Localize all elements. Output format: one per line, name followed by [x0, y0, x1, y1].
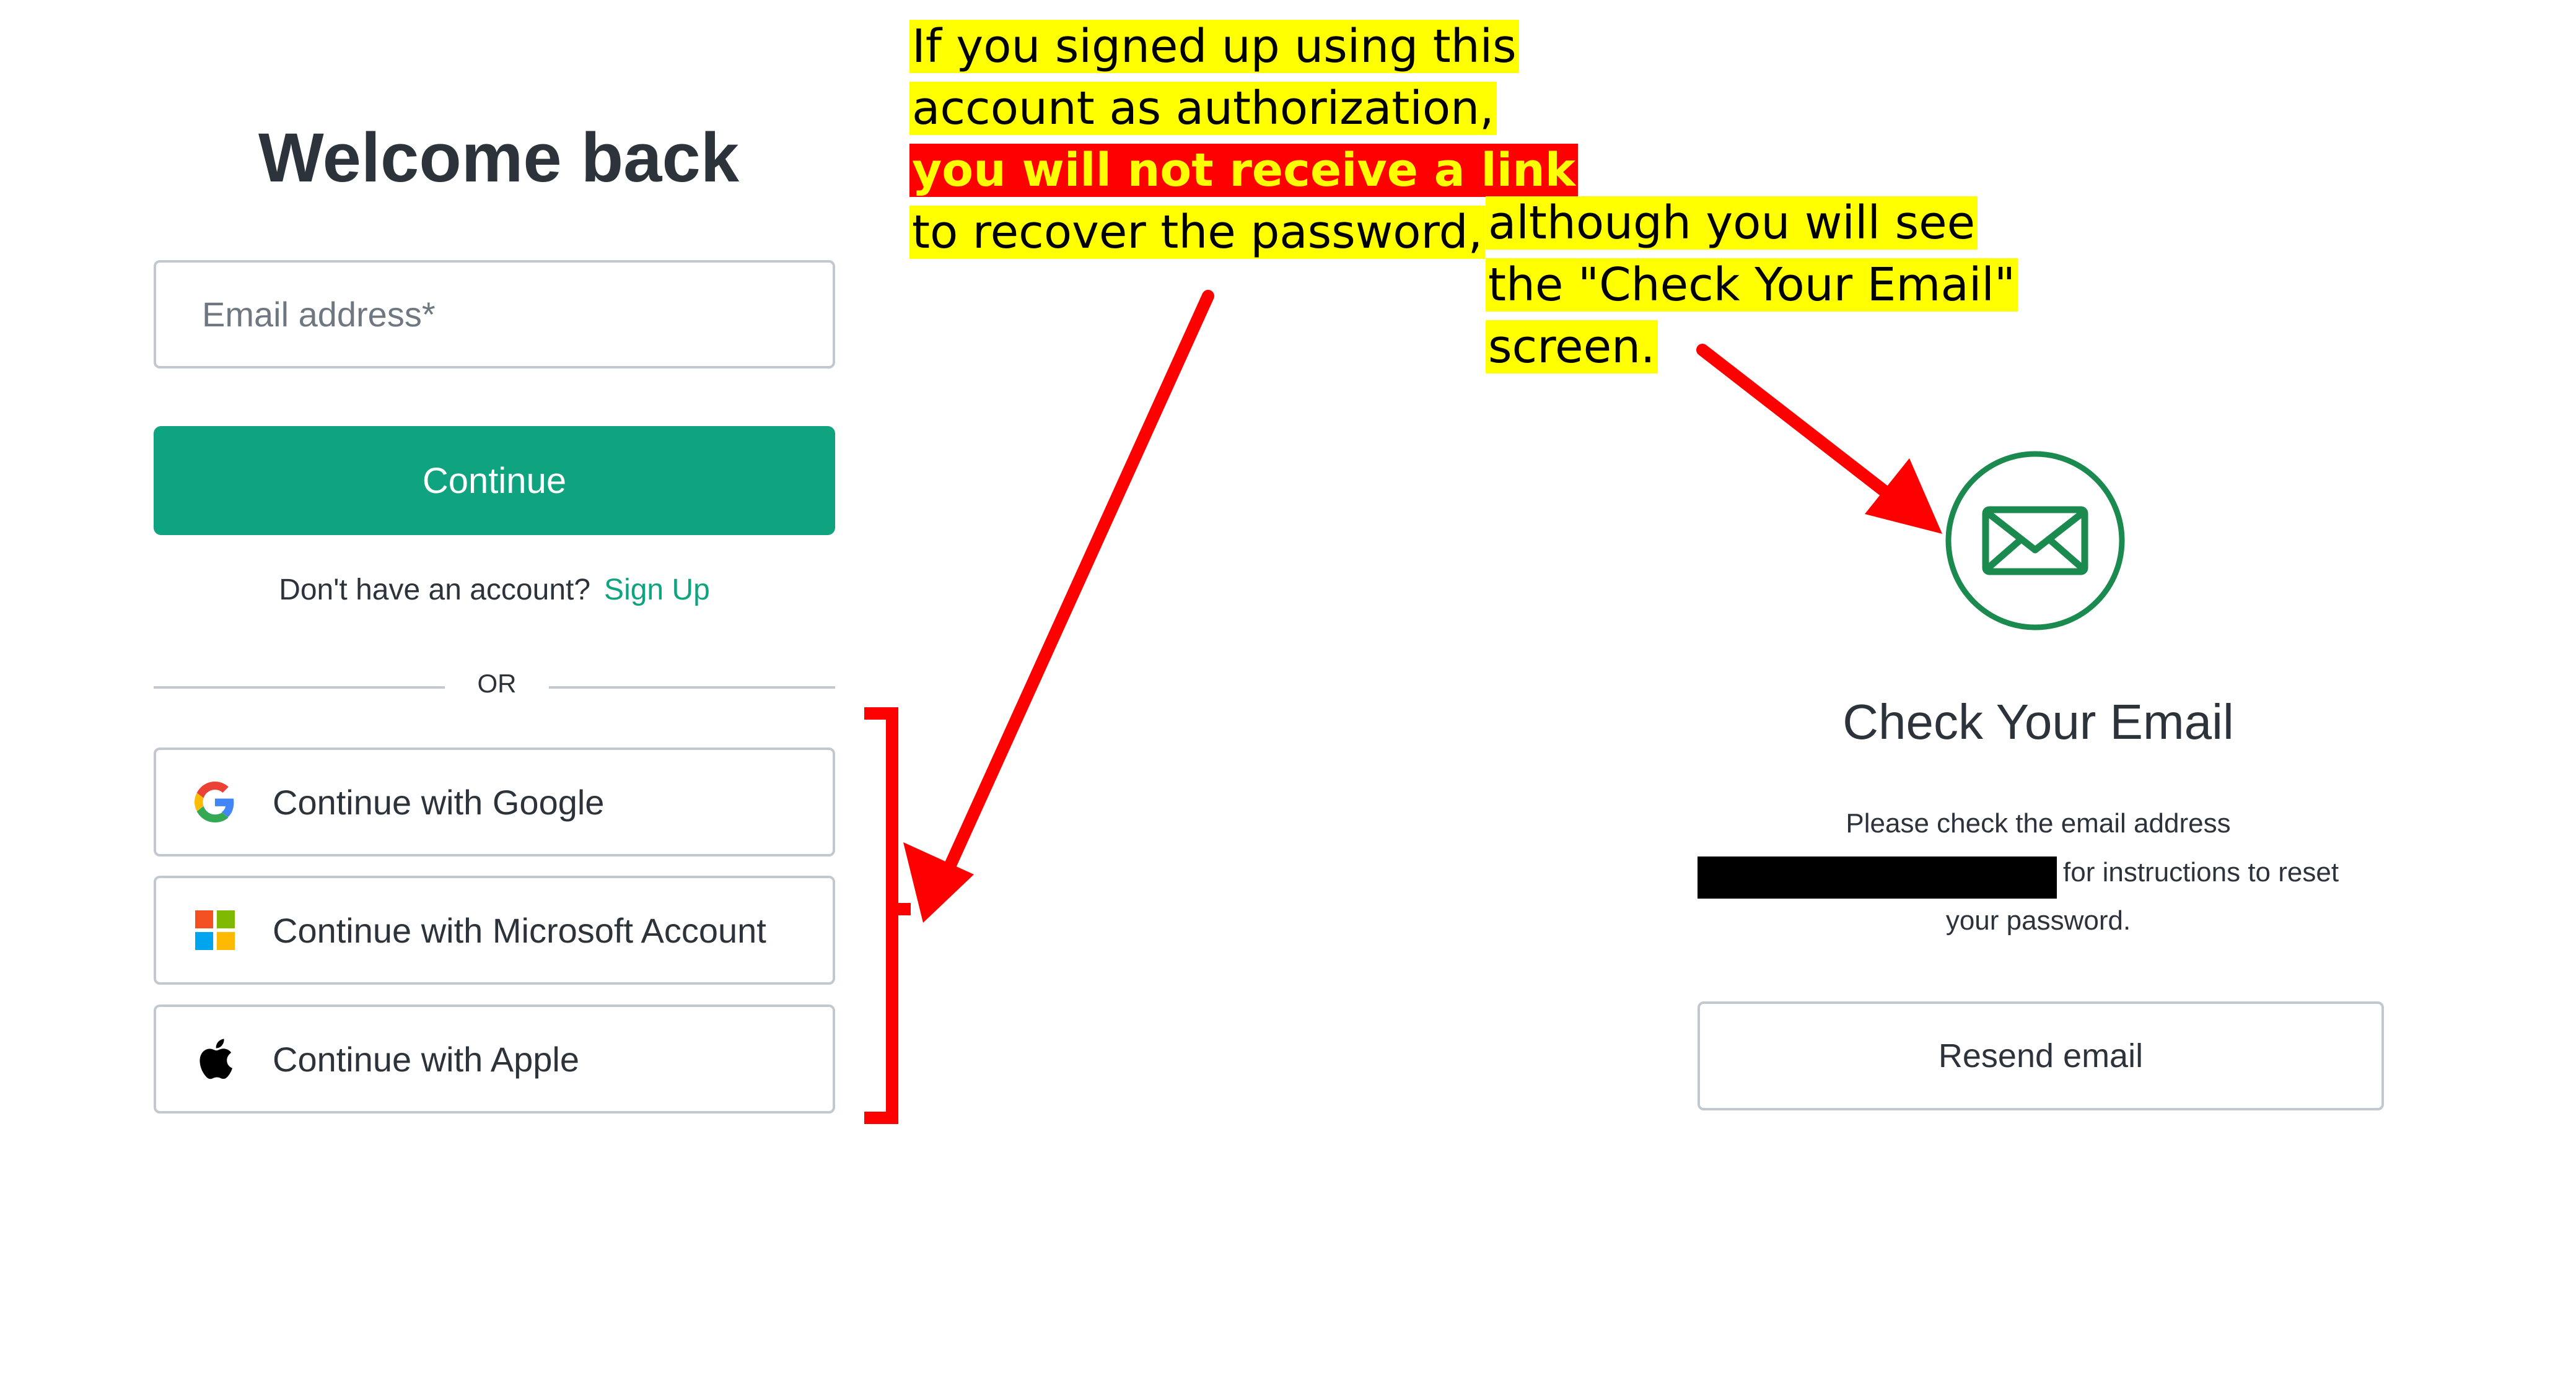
annotation-arrow-2-head: [1865, 458, 1942, 534]
annotation-arrow-1: [940, 290, 1214, 879]
annotation-overlay: [864, 290, 1942, 1124]
annotation-bracket: [864, 707, 911, 1124]
annotation-arrow-1-head: [903, 842, 974, 923]
annotation-arrow-2: [1696, 344, 1908, 511]
